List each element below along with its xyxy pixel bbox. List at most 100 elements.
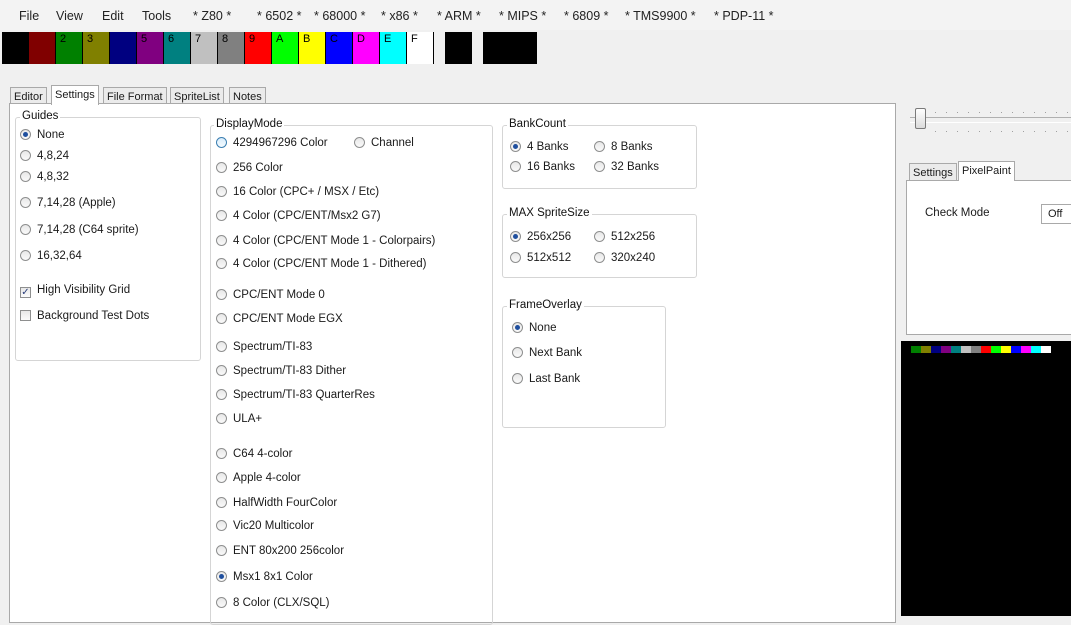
- palette-swatch[interactable]: 9: [245, 32, 272, 64]
- display-mode-4-color-dithered[interactable]: 4 Color (CPC/ENT Mode 1 - Dithered): [216, 256, 426, 272]
- palette-swatch[interactable]: [29, 32, 56, 64]
- palette-swatch[interactable]: [110, 32, 137, 64]
- display-mode-channel[interactable]: Channel: [354, 135, 414, 151]
- radio-icon: [216, 258, 227, 269]
- palette-swatch[interactable]: 8: [218, 32, 245, 64]
- bank-count-32[interactable]: 32 Banks: [594, 159, 659, 175]
- palette-swatch[interactable]: D: [353, 32, 380, 64]
- display-mode-16-color[interactable]: 16 Color (CPC+ / MSX / Etc): [216, 184, 379, 200]
- menu-68000[interactable]: * 68000 *: [314, 9, 365, 23]
- preview-color-cell: [901, 346, 911, 353]
- radio-icon: [216, 389, 227, 400]
- palette-swatch[interactable]: 3: [83, 32, 110, 64]
- bank-count-16[interactable]: 16 Banks: [510, 159, 575, 175]
- display-mode-spectrum[interactable]: Spectrum/TI-83: [216, 339, 312, 355]
- palette-swatch[interactable]: E: [380, 32, 407, 64]
- palette-swatch[interactable]: 2: [56, 32, 83, 64]
- frame-overlay-last-bank[interactable]: Last Bank: [512, 371, 580, 387]
- radio-icon: [216, 365, 227, 376]
- menu-6809[interactable]: * 6809 *: [564, 9, 608, 23]
- palette-swatch[interactable]: C: [326, 32, 353, 64]
- guides-none[interactable]: None: [20, 127, 65, 143]
- menu-file[interactable]: File: [19, 9, 39, 23]
- display-mode-vic20-multicolor[interactable]: Vic20 Multicolor: [216, 518, 314, 534]
- swatch-label: A: [276, 33, 284, 45]
- checkmark-icon: ✓: [20, 287, 31, 298]
- frame-overlay-none[interactable]: None: [512, 320, 557, 336]
- menu-z80[interactable]: * Z80 *: [193, 9, 231, 23]
- display-mode-4-color-colorpairs[interactable]: 4 Color (CPC/ENT Mode 1 - Colorpairs): [216, 233, 435, 249]
- guides-c64-sprite[interactable]: 7,14,28 (C64 sprite): [20, 222, 139, 238]
- guides-apple[interactable]: 7,14,28 (Apple): [20, 195, 116, 211]
- sprite-preview[interactable]: [901, 341, 1071, 616]
- palette-swatch[interactable]: A: [272, 32, 299, 64]
- slider-tick: [1067, 131, 1068, 132]
- guides-4-8-32[interactable]: 4,8,32: [20, 169, 69, 185]
- background-test-dots-checkbox[interactable]: Background Test Dots: [20, 308, 149, 324]
- palette-swatch[interactable]: 6: [164, 32, 191, 64]
- sprite-size-320x240[interactable]: 320x240: [594, 250, 655, 266]
- menu-tms9900[interactable]: * TMS9900 *: [625, 9, 696, 23]
- frame-overlay-next-bank[interactable]: Next Bank: [512, 345, 582, 361]
- display-mode-8-color[interactable]: 8 Color (CLX/SQL): [216, 595, 330, 611]
- menu-arm[interactable]: * ARM *: [437, 9, 481, 23]
- display-mode-ent-80x200[interactable]: ENT 80x200 256color: [216, 543, 344, 559]
- menu-mips[interactable]: * MIPS *: [499, 9, 546, 23]
- menu-pdp11[interactable]: * PDP-11 *: [714, 9, 774, 23]
- display-mode-apple-4-color[interactable]: Apple 4-color: [216, 470, 301, 486]
- slider-tick: [1023, 131, 1024, 132]
- menu-tools[interactable]: Tools: [142, 9, 171, 23]
- display-mode-spectrum-dither[interactable]: Spectrum/TI-83 Dither: [216, 363, 346, 379]
- option-label: None: [37, 129, 65, 141]
- side-tab-settings[interactable]: Settings: [909, 163, 957, 181]
- radio-icon: [20, 171, 31, 182]
- tab-settings[interactable]: Settings: [51, 85, 99, 105]
- menu-edit[interactable]: Edit: [102, 9, 124, 23]
- option-label: 4 Color (CPC/ENT Mode 1 - Colorpairs): [233, 235, 436, 247]
- display-mode-256-color[interactable]: 256 Color: [216, 160, 283, 176]
- display-mode-spectrum-quarterres[interactable]: Spectrum/TI-83 QuarterRes: [216, 387, 375, 403]
- palette-swatch[interactable]: B: [299, 32, 326, 64]
- sprite-size-512x512[interactable]: 512x512: [510, 250, 571, 266]
- menu-6502[interactable]: * 6502 *: [257, 9, 301, 23]
- display-mode-msx1-8x1[interactable]: Msx1 8x1 Color: [216, 569, 313, 585]
- zoom-slider-track[interactable]: [910, 117, 1071, 123]
- palette-swatch[interactable]: 5: [137, 32, 164, 64]
- sprite-size-512x256[interactable]: 512x256: [594, 229, 655, 245]
- display-mode-ula-plus[interactable]: ULA+: [216, 411, 262, 427]
- guides-4-8-24[interactable]: 4,8,24: [20, 148, 69, 164]
- radio-icon: [216, 289, 227, 300]
- option-label: 4,8,32: [37, 171, 69, 183]
- option-label: 512x256: [611, 231, 656, 243]
- display-mode-halfwidth-fourcolor[interactable]: HalfWidth FourColor: [216, 495, 337, 511]
- zoom-slider-thumb[interactable]: [915, 108, 926, 129]
- checkbox-icon: [20, 310, 31, 321]
- bank-count-4[interactable]: 4 Banks: [510, 139, 569, 155]
- display-mode-cpc-ent-mode-0[interactable]: CPC/ENT Mode 0: [216, 287, 325, 303]
- display-mode-4294967296-color[interactable]: 4294967296 Color: [216, 135, 328, 151]
- palette-swatch[interactable]: [510, 32, 537, 64]
- preview-color-cell: [1021, 346, 1031, 353]
- color-palette: 2 3 5 6 7 8 9 A B C D E F: [0, 30, 1071, 66]
- option-label: None: [529, 322, 557, 334]
- radio-icon: [216, 571, 227, 582]
- slider-tick: [990, 112, 991, 113]
- display-mode-cpc-ent-mode-egx[interactable]: CPC/ENT Mode EGX: [216, 311, 343, 327]
- menu-x86[interactable]: * x86 *: [381, 9, 418, 23]
- palette-swatch[interactable]: 7: [191, 32, 218, 64]
- guides-16-32-64[interactable]: 16,32,64: [20, 248, 82, 264]
- preview-color-cell: [1001, 346, 1011, 353]
- palette-swatch[interactable]: [2, 32, 29, 64]
- palette-swatch[interactable]: [483, 32, 510, 64]
- bank-count-8[interactable]: 8 Banks: [594, 139, 653, 155]
- sprite-size-256x256[interactable]: 256x256: [510, 229, 571, 245]
- option-label: 16 Banks: [527, 161, 575, 173]
- display-mode-4-color-g7[interactable]: 4 Color (CPC/ENT/Msx2 G7): [216, 208, 381, 224]
- palette-swatch[interactable]: F: [407, 32, 434, 64]
- check-mode-select[interactable]: Off: [1041, 204, 1071, 224]
- high-visibility-grid-checkbox[interactable]: ✓ High Visibility Grid: [20, 282, 130, 298]
- menu-view[interactable]: View: [56, 9, 83, 23]
- side-tab-pixelpaint[interactable]: PixelPaint: [958, 161, 1015, 181]
- palette-swatch[interactable]: [445, 32, 472, 64]
- display-mode-c64-4-color[interactable]: C64 4-color: [216, 446, 292, 462]
